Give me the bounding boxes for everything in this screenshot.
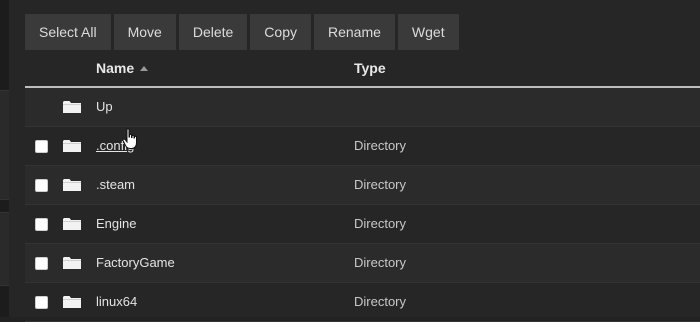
copy-button[interactable]: Copy [250, 14, 311, 50]
file-name-link[interactable]: .config [96, 138, 134, 153]
toolbar: Select All Move Delete Copy Rename Wget [25, 14, 459, 50]
row-checkbox[interactable] [35, 140, 48, 153]
table-row[interactable]: FactoryGame Directory [25, 244, 700, 283]
file-type: Directory [354, 216, 407, 231]
row-checkbox[interactable] [35, 257, 48, 270]
sort-ascending-icon [140, 66, 149, 71]
folder-icon [63, 218, 81, 230]
left-edge-panel [0, 0, 9, 317]
table-header: Name Type [25, 50, 700, 88]
column-header-type[interactable]: Type [354, 60, 386, 76]
row-checkbox[interactable] [35, 218, 48, 231]
file-type: Directory [354, 294, 407, 309]
row-checkbox[interactable] [35, 296, 48, 309]
row-checkbox[interactable] [35, 179, 48, 192]
column-header-name[interactable]: Name [96, 60, 149, 76]
column-header-name-label: Name [96, 60, 135, 76]
file-table: Name Type Up .config Directory .steam Di… [25, 50, 700, 322]
rename-button[interactable]: Rename [313, 14, 395, 50]
wget-button[interactable]: Wget [397, 14, 459, 50]
folder-icon [63, 101, 81, 113]
file-type: Directory [354, 255, 407, 270]
move-button[interactable]: Move [113, 14, 176, 50]
folder-icon [63, 257, 81, 269]
select-all-button[interactable]: Select All [25, 14, 111, 50]
delete-button[interactable]: Delete [178, 14, 248, 50]
table-row[interactable]: linux64 Directory [25, 283, 700, 322]
left-edge-segment [0, 90, 9, 200]
file-name-link[interactable]: linux64 [96, 294, 137, 309]
table-row[interactable]: .steam Directory [25, 166, 700, 205]
up-row[interactable]: Up [25, 88, 700, 127]
table-row[interactable]: .config Directory [25, 127, 700, 166]
file-type: Directory [354, 138, 407, 153]
left-edge-segment [0, 212, 9, 286]
table-row[interactable]: Engine Directory [25, 205, 700, 244]
file-name-link[interactable]: .steam [96, 177, 135, 192]
file-manager-panel: Select All Move Delete Copy Rename Wget … [9, 0, 700, 322]
folder-icon [63, 140, 81, 152]
folder-icon [63, 296, 81, 308]
folder-icon [63, 179, 81, 191]
file-name-link[interactable]: FactoryGame [96, 255, 175, 270]
file-type: Directory [354, 177, 407, 192]
up-row-label[interactable]: Up [96, 99, 113, 114]
file-name-link[interactable]: Engine [96, 216, 136, 231]
